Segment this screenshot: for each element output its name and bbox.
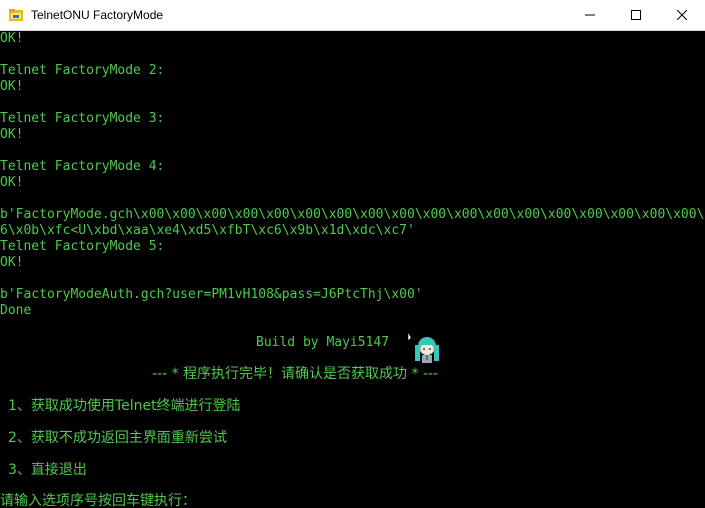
close-icon: [677, 10, 687, 20]
console-line: OK!: [0, 31, 24, 46]
window-title: TelnetONU FactoryMode: [31, 8, 164, 22]
console-line: Telnet FactoryMode 5:: [0, 239, 165, 254]
title-bar[interactable]: TelnetONU FactoryMode: [0, 0, 705, 31]
console-line: b'FactoryModeAuth.gch?user=PM1vH108&pass…: [0, 287, 423, 302]
mascot-character-icon: [407, 332, 439, 363]
console-line: Telnet FactoryMode 3:: [0, 111, 165, 126]
build-credit: Build by Mayi5147: [256, 335, 390, 350]
console-line: Telnet FactoryMode 4:: [0, 159, 165, 174]
console-line: OK!: [0, 255, 24, 270]
minimize-button[interactable]: [567, 0, 613, 30]
console-line: b'FactoryMode.gch\x00\x00\x00\x00\x00\x0…: [0, 207, 705, 222]
console-window: TelnetONU FactoryMode OK! Telnet Factory…: [0, 0, 705, 508]
console-line: Telnet FactoryMode 2:: [0, 63, 165, 78]
minimize-icon: [585, 14, 595, 16]
finish-message: --- * 程序执行完毕！请确认是否获取成功 * ---: [152, 366, 439, 382]
close-button[interactable]: [659, 0, 705, 30]
console-output[interactable]: OK! Telnet FactoryMode 2: OK! Telnet Fac…: [0, 31, 705, 508]
option-login: 1、获取成功使用Telnet终端进行登陆: [8, 398, 241, 414]
console-line: OK!: [0, 175, 24, 190]
maximize-icon: [631, 10, 641, 20]
console-line: OK!: [0, 127, 24, 142]
console-line: Done: [0, 303, 32, 318]
option-exit: 3、直接退出: [8, 462, 87, 478]
input-prompt[interactable]: 请输入选项序号按回车键执行：: [0, 492, 196, 508]
app-folder-icon: [9, 9, 23, 21]
console-line: 6\x0b\xfc<U\xbd\xaa\xe4\xd5\xfbT\xc6\x9b…: [0, 223, 415, 238]
option-retry: 2、获取不成功返回主界面重新尝试: [8, 430, 227, 446]
maximize-button[interactable]: [613, 0, 659, 30]
console-line: OK!: [0, 79, 24, 94]
